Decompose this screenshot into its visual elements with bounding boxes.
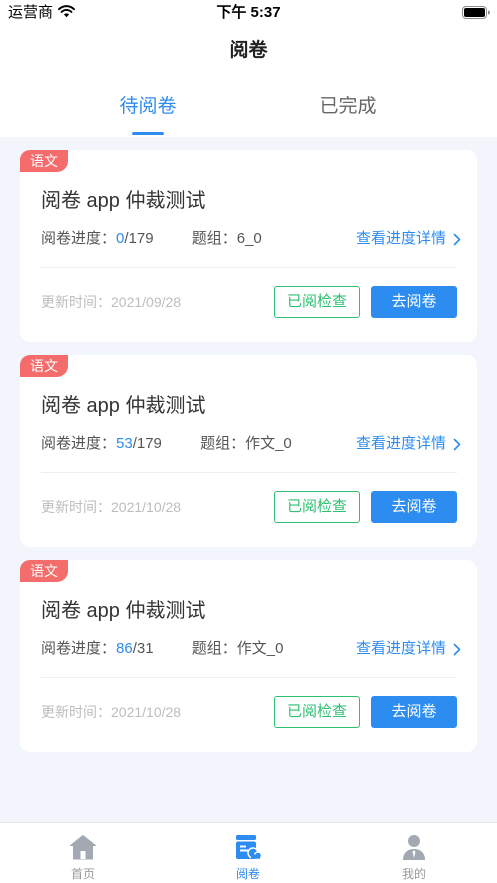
progress-label: 阅卷进度：: [41, 230, 117, 247]
clock: 下午 5:37: [216, 4, 281, 21]
view-progress-label: 查看进度详情: [355, 230, 446, 247]
view-progress-label: 查看进度详情: [355, 640, 446, 657]
bottom-tab-home[interactable]: 首页: [0, 823, 166, 883]
bottom-tab-profile[interactable]: 我的: [331, 823, 497, 883]
chevron-right-icon: [453, 643, 461, 655]
start-grading-button[interactable]: 去阅卷: [371, 491, 457, 523]
bottom-tab-home-label: 首页: [70, 867, 95, 881]
group-value: 6_0: [236, 230, 262, 247]
subject-tag: 语文: [20, 560, 68, 582]
divider: [41, 267, 457, 268]
app-screen: 运营商 下午 5:37 阅卷 待阅卷 已完成 语文 阅卷 app 仲裁测试 阅卷…: [0, 0, 497, 883]
profile-icon: [403, 835, 425, 860]
progress-row: 阅卷进度：86/31 题组：作文_0: [41, 639, 283, 659]
task-card[interactable]: 语文 阅卷 app 仲裁测试 阅卷进度：0/179 题组：6_0 查看进度详情 …: [20, 150, 477, 342]
updated-date: 2021/10/28: [111, 499, 182, 515]
task-card[interactable]: 语文 阅卷 app 仲裁测试 阅卷进度：86/31 题组：作文_0 查看进度详情…: [20, 560, 477, 752]
subject-tag: 语文: [20, 150, 68, 172]
view-progress-link[interactable]: 查看进度详情: [356, 229, 461, 249]
chevron-right-icon: [453, 438, 461, 450]
progress-label: 阅卷进度：: [41, 435, 117, 452]
progress-row: 阅卷进度：0/179 题组：6_0: [41, 229, 262, 249]
progress-done: 53: [116, 435, 133, 452]
start-grading-button[interactable]: 去阅卷: [371, 696, 457, 728]
subject-tag: 语文: [20, 355, 68, 377]
active-tab-indicator: [132, 132, 164, 135]
task-card[interactable]: 语文 阅卷 app 仲裁测试 阅卷进度：53/179 题组：作文_0 查看进度详…: [20, 355, 477, 547]
updated-time: 更新时间：2021/10/28: [41, 702, 181, 722]
updated-date: 2021/10/28: [111, 704, 182, 720]
review-check-button[interactable]: 已阅检查: [274, 696, 360, 728]
view-progress-link[interactable]: 查看进度详情: [356, 639, 461, 659]
review-check-button[interactable]: 已阅检查: [274, 491, 360, 523]
group-value: 作文_0: [245, 435, 292, 452]
group-label: 题组：: [191, 230, 237, 247]
updated-date: 2021/09/28: [111, 294, 182, 310]
divider: [41, 472, 457, 473]
page-title: 阅卷: [229, 40, 268, 61]
question-group: 题组：作文_0: [192, 640, 284, 657]
bottom-tab-grading[interactable]: 阅卷: [165, 823, 331, 883]
divider: [41, 677, 457, 678]
home-icon: [70, 835, 96, 860]
task-title: 阅卷 app 仲裁测试: [41, 190, 206, 212]
updated-time: 更新时间：2021/10/28: [41, 497, 181, 517]
grading-icon: [236, 835, 262, 860]
start-grading-button[interactable]: 去阅卷: [371, 286, 457, 318]
tab-pending[interactable]: 待阅卷: [98, 77, 198, 137]
chevron-right-icon: [453, 233, 461, 245]
updated-label: 更新时间：: [41, 499, 111, 515]
group-value: 作文_0: [236, 640, 284, 657]
view-progress-label: 查看进度详情: [355, 435, 446, 452]
progress-done: 86: [116, 640, 133, 657]
status-bar: 运营商 下午 5:37: [0, 0, 497, 25]
progress-label: 阅卷进度：: [41, 640, 117, 657]
progress-row: 阅卷进度：53/179 题组：作文_0: [41, 434, 292, 454]
review-check-button[interactable]: 已阅检查: [274, 286, 360, 318]
tab-bar: 待阅卷 已完成: [0, 77, 497, 137]
bottom-tab-bar: 首页 阅卷 我的: [0, 822, 497, 883]
view-progress-link[interactable]: 查看进度详情: [356, 434, 461, 454]
battery-icon: [462, 6, 490, 19]
updated-time: 更新时间：2021/09/28: [41, 292, 181, 312]
progress-total: /179: [124, 230, 154, 247]
tab-completed[interactable]: 已完成: [298, 77, 398, 137]
group-label: 题组：: [200, 435, 246, 452]
task-title: 阅卷 app 仲裁测试: [41, 600, 206, 622]
bottom-tab-profile-label: 我的: [401, 867, 426, 881]
bottom-tab-grading-label: 阅卷: [235, 867, 260, 881]
updated-label: 更新时间：: [41, 294, 111, 310]
progress-total: /31: [132, 640, 154, 657]
question-group: 题组：6_0: [192, 230, 262, 247]
updated-label: 更新时间：: [41, 704, 111, 720]
task-list: 语文 阅卷 app 仲裁测试 阅卷进度：0/179 题组：6_0 查看进度详情 …: [0, 137, 497, 822]
group-label: 题组：: [191, 640, 237, 657]
progress-total: /179: [132, 435, 162, 452]
question-group: 题组：作文_0: [200, 435, 292, 452]
task-title: 阅卷 app 仲裁测试: [41, 395, 206, 417]
